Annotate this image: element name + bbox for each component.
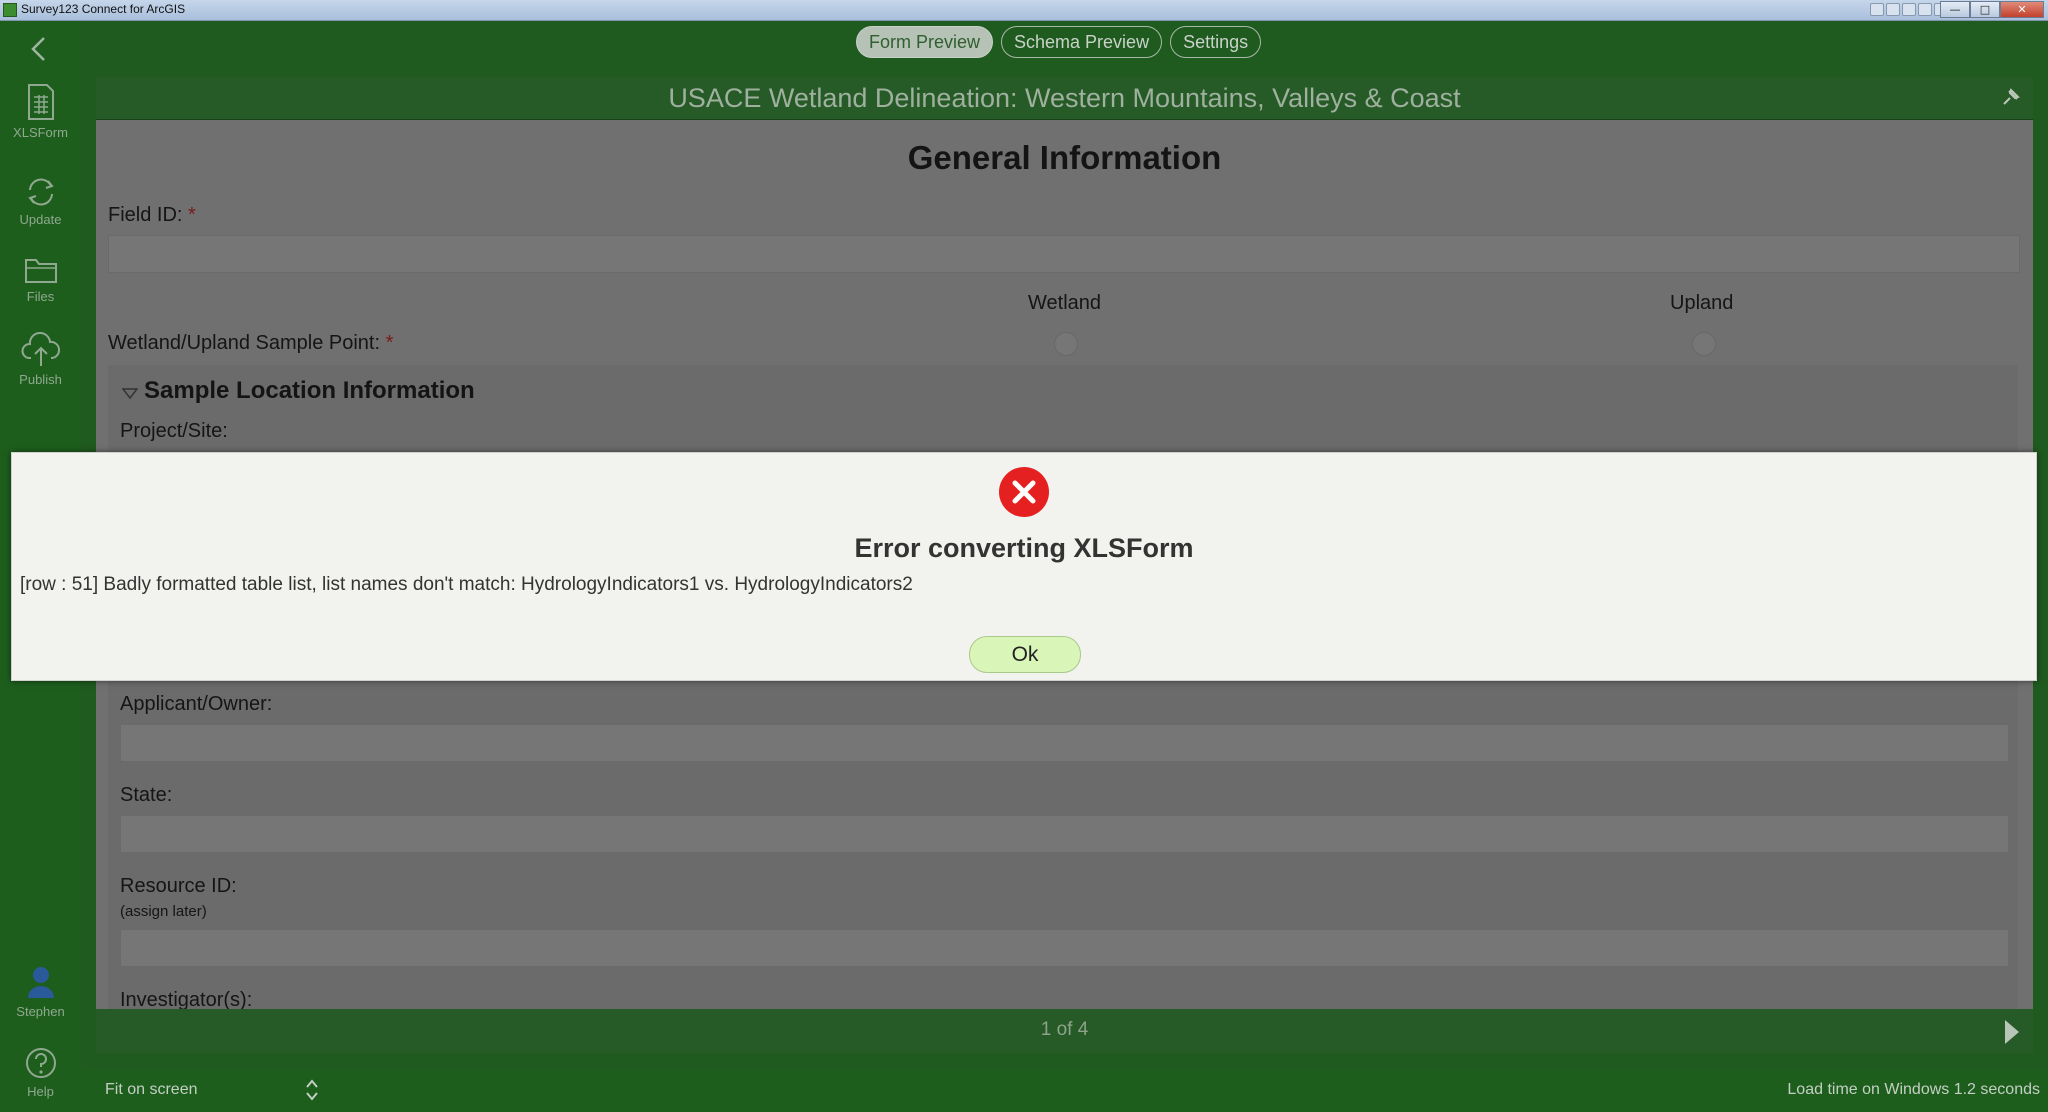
tab-schema-preview[interactable]: Schema Preview xyxy=(1001,26,1163,58)
sample-point-label-text: Wetland/Upland Sample Point: xyxy=(108,332,381,354)
project-site-label: Project/Site: xyxy=(120,420,228,442)
window-titlebar: Survey123 Connect for ArcGIS — □ ✕ xyxy=(0,0,2048,21)
tray-icon[interactable] xyxy=(1870,3,1884,16)
cloud-upload-icon xyxy=(21,332,60,366)
resource-id-hint: (assign later) xyxy=(120,903,207,920)
back-button[interactable] xyxy=(28,35,50,67)
sidebar-item-label: Stephen xyxy=(16,1004,65,1019)
option-wetland-label: Wetland xyxy=(1028,292,1102,314)
minimize-button[interactable]: — xyxy=(1940,1,1970,18)
next-page-button[interactable] xyxy=(2003,1019,2021,1049)
group-title: Sample Location Information xyxy=(144,377,475,404)
option-upland-label: Upland xyxy=(1670,292,1734,314)
zoom-spinner[interactable] xyxy=(305,1078,319,1106)
app-icon xyxy=(3,3,17,17)
tab-form-preview[interactable]: Form Preview xyxy=(856,26,994,58)
sidebar-item-label: Publish xyxy=(19,372,62,387)
sidebar-item-label: Help xyxy=(27,1084,54,1099)
state-label: State: xyxy=(120,784,173,806)
maximize-button[interactable]: □ xyxy=(1970,1,2000,18)
chevron-down-icon xyxy=(121,388,139,400)
resource-id-input[interactable] xyxy=(120,929,2009,967)
sidebar-item-label: Update xyxy=(19,212,62,227)
required-marker: * xyxy=(385,332,394,354)
load-time-text: Load time on Windows 1.2 seconds xyxy=(1787,1081,2040,1098)
titlebar-tray xyxy=(1870,3,1948,16)
sidebar-item-files[interactable]: Files xyxy=(0,255,81,304)
statusbar: Fit on screen Load time on Windows 1.2 s… xyxy=(81,1070,2048,1112)
sidebar-item-help[interactable]: Help xyxy=(0,1046,81,1099)
folder-icon xyxy=(24,259,57,283)
sidebar-item-update[interactable]: Update xyxy=(0,176,81,227)
sidebar-item-user[interactable]: Stephen xyxy=(0,964,81,1019)
dialog-message: [row : 51] Badly formatted table list, l… xyxy=(20,574,913,595)
sidebar-item-label: Files xyxy=(26,289,55,304)
spreadsheet-icon xyxy=(27,84,54,120)
error-dialog: Error converting XLSForm [row : 51] Badl… xyxy=(11,452,2037,681)
applicant-owner-input[interactable] xyxy=(120,724,2009,762)
sidebar-item-xlsform[interactable]: XLSForm xyxy=(0,83,81,140)
field-id-label: Field ID: * xyxy=(108,204,196,227)
close-window-button[interactable]: ✕ xyxy=(2000,1,2044,18)
arrow-right-icon xyxy=(2005,1020,2019,1044)
required-marker: * xyxy=(188,204,196,226)
radio-upland[interactable] xyxy=(1692,332,1716,356)
section-title: General Information xyxy=(907,139,1222,176)
field-id-input[interactable] xyxy=(108,235,2020,273)
window-title: Survey123 Connect for ArcGIS xyxy=(21,2,186,16)
pin-icon xyxy=(2003,88,2020,105)
tray-icon[interactable] xyxy=(1918,3,1932,16)
preview-tabs: Form Preview Schema Preview Settings xyxy=(856,26,1262,58)
sidebar-item-publish[interactable]: Publish xyxy=(0,332,81,387)
error-icon xyxy=(998,466,1050,522)
tray-icon[interactable] xyxy=(1886,3,1900,16)
pin-button[interactable] xyxy=(2001,87,2021,111)
form-title: USACE Wetland Delineation: Western Mount… xyxy=(668,83,1461,113)
dialog-title: Error converting XLSForm xyxy=(854,533,1194,563)
window-controls: — □ ✕ xyxy=(1940,1,2044,18)
resource-id-label: Resource ID: xyxy=(120,875,237,897)
tray-icon[interactable] xyxy=(1902,3,1916,16)
state-input[interactable] xyxy=(120,815,2009,853)
form-footer: 1 of 4 xyxy=(96,1009,2033,1053)
up-down-arrows-icon xyxy=(306,1079,318,1101)
chevron-left-icon xyxy=(31,37,45,61)
ok-button[interactable]: Ok xyxy=(969,636,1081,673)
sidebar-item-label: XLSForm xyxy=(13,125,68,140)
radio-wetland[interactable] xyxy=(1054,332,1078,356)
user-icon xyxy=(27,967,54,998)
applicant-owner-label: Applicant/Owner: xyxy=(120,693,273,715)
form-header: USACE Wetland Delineation: Western Mount… xyxy=(96,77,2033,120)
help-icon xyxy=(25,1048,56,1078)
field-id-label-text: Field ID: xyxy=(108,204,183,226)
page-indicator: 1 of 4 xyxy=(1040,1019,1089,1040)
tab-settings[interactable]: Settings xyxy=(1170,26,1262,58)
sample-point-label: Wetland/Upland Sample Point: * xyxy=(108,332,393,355)
collapse-group-button[interactable] xyxy=(121,385,139,404)
refresh-icon xyxy=(27,178,54,206)
zoom-select[interactable]: Fit on screen xyxy=(105,1081,197,1099)
